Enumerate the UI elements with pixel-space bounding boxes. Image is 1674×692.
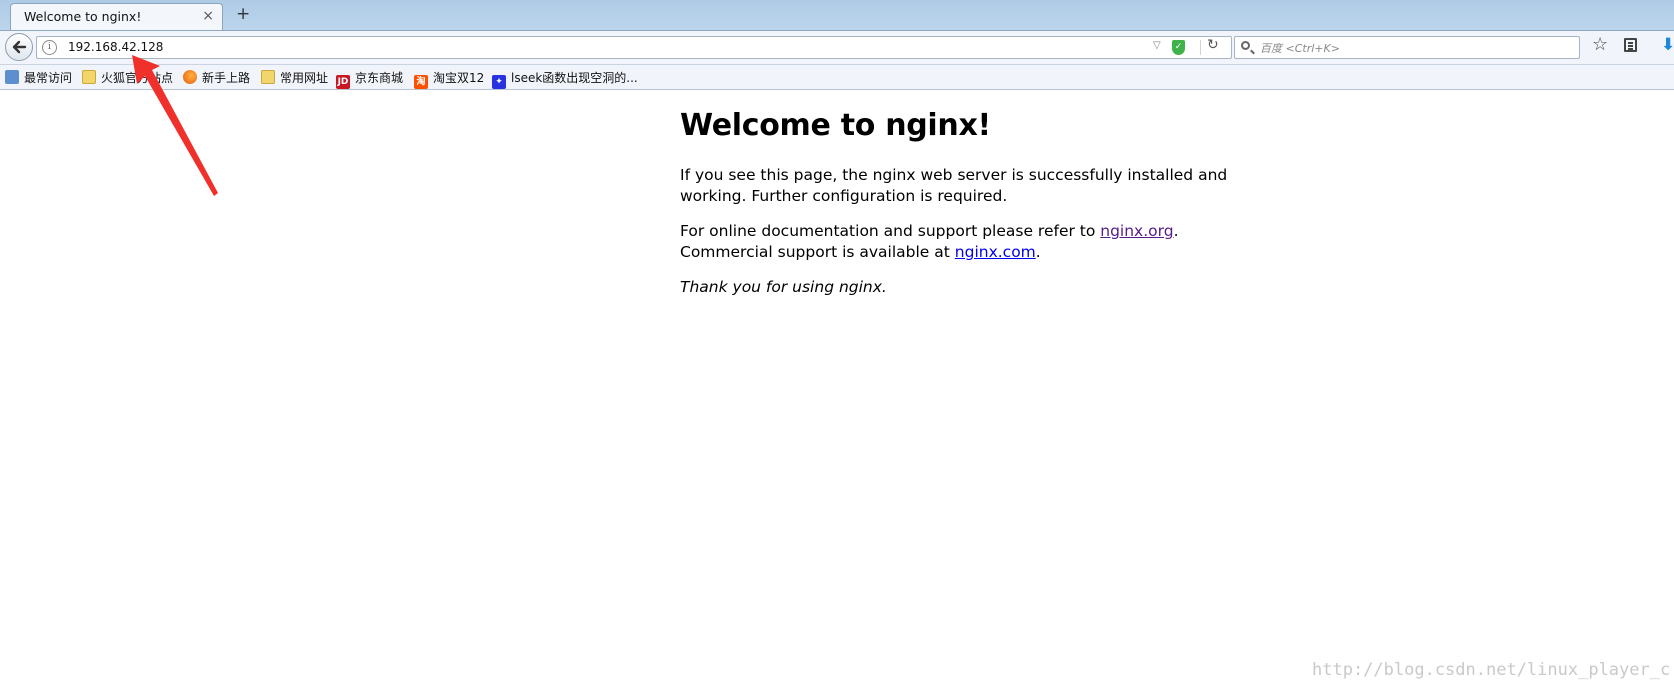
reader-view-icon[interactable] [1624, 38, 1637, 52]
search-icon [1241, 41, 1250, 50]
history-dropdown-icon[interactable]: ▽ [1153, 40, 1161, 51]
watermark: http://blog.csdn.net/linux_player_c [1312, 660, 1671, 680]
bookmark-label: lseek函数出现空洞的... [511, 71, 638, 85]
bookmark-item[interactable]: 常用网址 [261, 69, 328, 85]
commercial-period: . [1035, 243, 1041, 261]
nginx-org-link[interactable]: nginx.org [1100, 222, 1173, 240]
bookmark-star-icon[interactable]: ☆ [1592, 34, 1608, 55]
url-divider [1200, 40, 1201, 55]
commercial-text: Commercial support is available at [680, 243, 955, 261]
folder-icon [261, 70, 275, 84]
bookmark-label: 常用网址 [280, 71, 329, 85]
shield-icon[interactable]: ✓ [1172, 40, 1185, 55]
taobao-icon: 淘 [414, 75, 428, 89]
intro-paragraph: If you see this page, the nginx web serv… [680, 166, 1228, 205]
reload-icon[interactable]: ↻ [1207, 37, 1219, 53]
bookmark-item[interactable]: 淘淘宝双12 [414, 69, 485, 89]
support-paragraph: For online documentation and support ple… [680, 221, 1240, 263]
bookmark-item[interactable]: ✦ lseek函数出现空洞的... [492, 69, 638, 89]
search-bar[interactable]: 百度 <Ctrl+K> [1234, 36, 1580, 59]
page-title: Welcome to nginx! [680, 108, 991, 143]
thanks-text: Thank you for using nginx. [680, 278, 887, 296]
bookmark-label: 京东商城 [355, 71, 404, 85]
download-icon[interactable]: ⬇ [1661, 35, 1674, 55]
bookmark-item[interactable]: JD 京东商城 [336, 69, 404, 89]
baidu-icon: ✦ [492, 75, 506, 89]
jd-icon: JD [336, 75, 350, 89]
search-input[interactable]: 百度 <Ctrl+K> [1260, 40, 1340, 56]
annotation-arrow-icon [132, 55, 218, 196]
nginx-com-link[interactable]: nginx.com [955, 243, 1036, 261]
support-text: For online documentation and support ple… [680, 222, 1101, 240]
support-period: . [1173, 222, 1179, 240]
bookmark-label: 淘宝双12 [433, 71, 485, 85]
page-content: Welcome to nginx! If you see this page, … [680, 108, 1240, 312]
